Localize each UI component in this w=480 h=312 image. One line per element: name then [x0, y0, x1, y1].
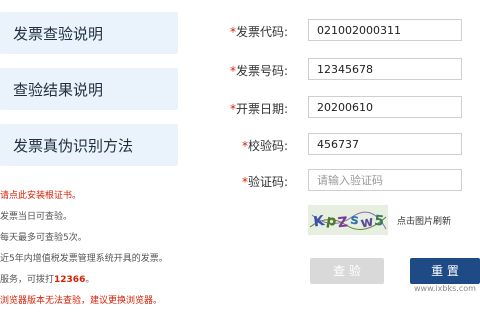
invoice-number-row: *发票号码: 12345678 — [220, 58, 470, 82]
note-line: 近5年内增值税发票管理系统开具的发票。 — [0, 254, 168, 264]
invoice-number-input[interactable]: 12345678 — [308, 58, 462, 80]
check-code-label: *校验码: — [241, 139, 288, 153]
invoice-code-row: *发票代码: 021002000311 — [220, 19, 470, 43]
captcha-label: *验证码: — [241, 175, 288, 189]
invoice-code-input[interactable]: 021002000311 — [308, 19, 462, 41]
nav-item-label: 查验结果说明 — [13, 80, 104, 99]
nav-item-result-guide[interactable]: 查验结果说明 — [0, 68, 178, 110]
captcha-refresh-link[interactable]: 点击图片刷新 — [397, 214, 451, 227]
captcha-row: *验证码: 请输入验证码 — [220, 169, 470, 193]
watermark: www.ixbks.com — [414, 284, 476, 293]
note-line: 发票当日可查验。 — [0, 212, 73, 222]
hotline-number: 12366 — [54, 275, 86, 285]
invoice-number-label: *发票号码: — [229, 64, 288, 78]
invoice-code-label: *发票代码: — [229, 25, 288, 39]
issue-date-row: *开票日期: 20200610 — [220, 96, 470, 120]
svg-text:5: 5 — [373, 213, 384, 230]
reset-button[interactable]: 重 置 — [410, 258, 480, 284]
issue-date-label: *开票日期: — [229, 102, 288, 116]
issue-date-input[interactable]: 20200610 — [308, 96, 462, 118]
check-code-input[interactable]: 456737 — [308, 133, 462, 155]
svg-text:Z: Z — [337, 214, 349, 231]
nav-item-authenticity-methods[interactable]: 发票真伪识别方法 — [0, 124, 178, 166]
note-text: 服务，可拨打 — [0, 275, 55, 285]
captcha-input[interactable]: 请输入验证码 — [308, 169, 462, 191]
query-button[interactable]: 查 验 — [310, 258, 384, 284]
captcha-image[interactable]: K p Z s w 5 — [308, 205, 388, 235]
browser-warning: 浏览器版本无法查验，建议更换浏览器。 — [0, 296, 163, 306]
note-line: 服务，可拨打12366。 — [0, 275, 95, 285]
notes-panel: 请点此安装根证书。 发票当日可查验。 每天最多可查验5次。 近5年内增值税发票管… — [0, 186, 210, 312]
nav-item-label: 发票真伪识别方法 — [13, 136, 134, 155]
check-code-row: *校验码: 456737 — [220, 133, 470, 157]
nav-item-invoice-check-guide[interactable]: 发票查验说明 — [0, 12, 178, 54]
nav-item-label: 发票查验说明 — [13, 24, 104, 43]
note-line: 每天最多可查验5次。 — [0, 233, 87, 243]
install-cert-link[interactable]: 请点此安装根证书。 — [0, 186, 210, 207]
